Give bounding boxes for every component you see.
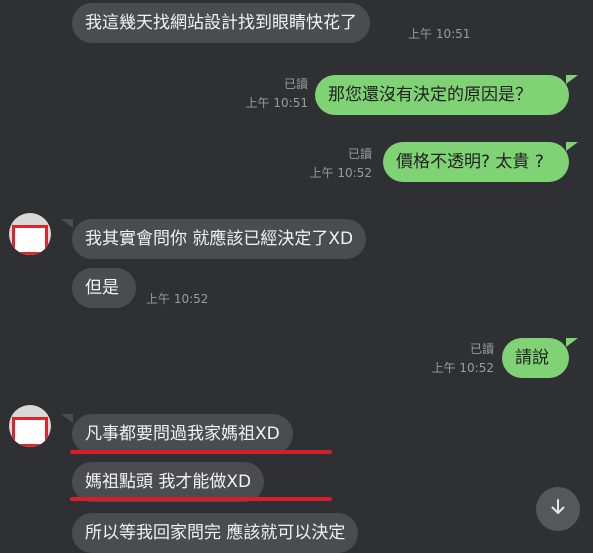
arrow-down-icon [549,498,567,520]
bubble-tail [61,219,73,228]
message-bubble-outgoing[interactable]: 那您還沒有決定的原因是？ [315,75,569,115]
message-time: 上午 10:52 [146,292,209,306]
read-receipt: 已讀 [347,147,372,161]
annotation-underline [70,450,332,454]
bubble-tail [566,142,578,151]
bubble-tail [566,338,578,347]
avatar[interactable] [9,405,51,447]
message-bubble-incoming[interactable]: 媽祖點頭 我才能做XD [72,462,265,502]
message-bubble-incoming[interactable]: 我其實會問你 就應該已經決定了XD [72,219,367,259]
read-receipt: 已讀 [283,77,308,91]
redacted-mark [12,417,48,447]
annotation-underline [70,497,332,501]
message-time: 上午 10:51 [245,96,308,110]
message-time: 上午 10:52 [309,166,372,180]
message-bubble-incoming[interactable]: 但是 [72,268,136,308]
bubble-tail [566,75,578,84]
scroll-to-bottom-button[interactable] [536,487,580,531]
message-bubble-incoming[interactable]: 所以等我回家問完 應該就可以決定 [72,513,359,553]
redacted-mark [12,225,48,255]
message-time: 上午 10:52 [431,361,494,375]
message-bubble-outgoing[interactable]: 請說 [502,338,569,378]
avatar[interactable] [9,213,51,255]
message-time: 上午 10:51 [408,27,471,41]
message-bubble-incoming[interactable]: 凡事都要問過我家媽祖XD [72,414,293,454]
message-bubble-incoming[interactable]: 我這幾天找網站設計找到眼睛快花了 [72,3,370,43]
bubble-tail [61,414,73,423]
message-bubble-outgoing[interactable]: 價格不透明? 太貴 ? [383,142,569,182]
read-receipt: 已讀 [469,342,494,356]
